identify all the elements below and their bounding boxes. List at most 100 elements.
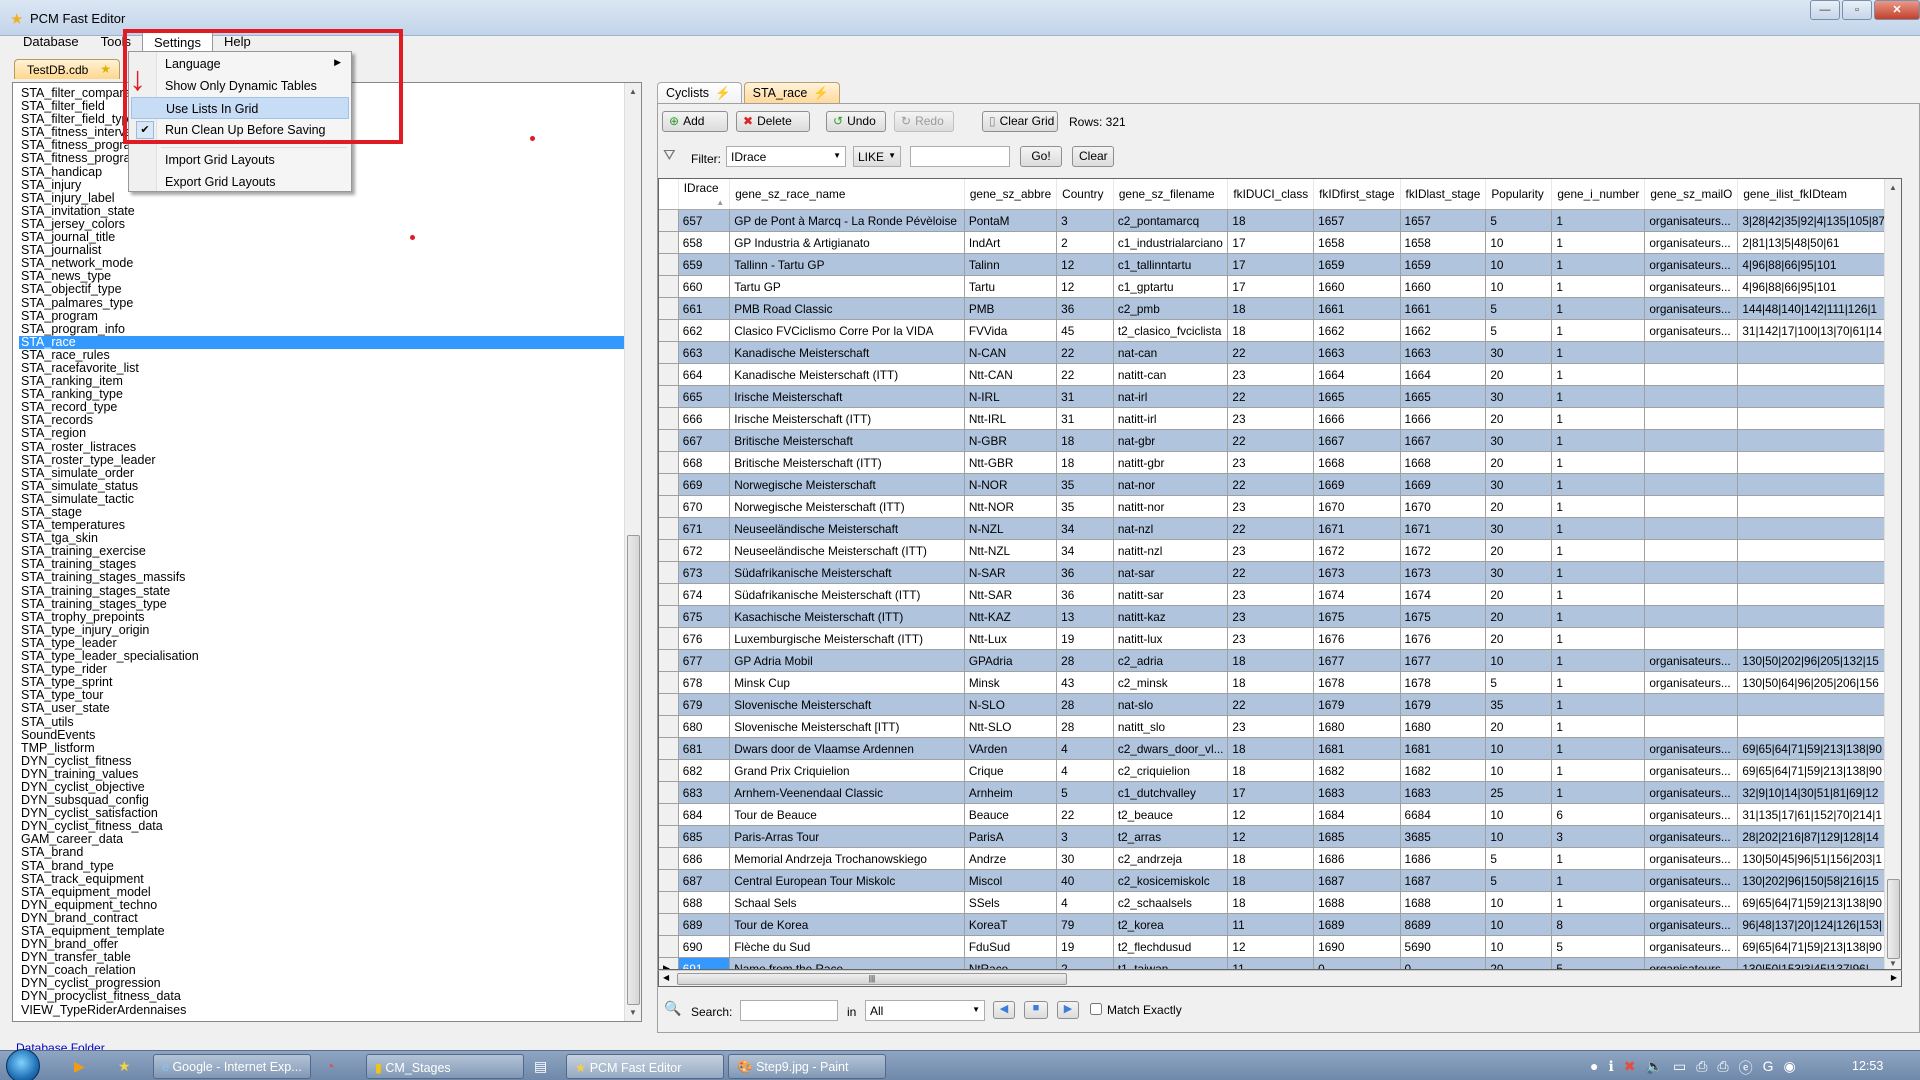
table-cell[interactable]: 4 <box>1056 737 1114 760</box>
column-header[interactable]: gene_sz_filename <box>1113 179 1229 210</box>
steam-icon[interactable]: ◉ <box>1784 1058 1796 1078</box>
table-cell[interactable]: FVVida <box>964 319 1058 342</box>
table-cell[interactable]: 1657 <box>1313 209 1401 232</box>
search-stop-button[interactable]: ■ <box>1024 1001 1048 1019</box>
row-header[interactable] <box>659 363 679 386</box>
table-cell[interactable]: 664 <box>678 363 731 386</box>
table-cell[interactable] <box>1737 451 1890 474</box>
table-cell[interactable]: 20 <box>1485 715 1553 738</box>
table-cell[interactable]: Kasachische Meisterschaft (ITT) <box>729 605 965 628</box>
table-cell[interactable] <box>1644 715 1739 738</box>
table-cell[interactable]: 1673 <box>1313 561 1401 584</box>
table-row[interactable]: 680 Slovenische Meisterschaft [ITT) Ntt-SL… <box>659 715 1901 738</box>
table-cell[interactable]: 18 <box>1227 649 1315 672</box>
table-cell[interactable]: 691 <box>678 957 731 969</box>
table-list-item[interactable]: STA_type_sprint <box>19 676 624 689</box>
table-cell[interactable]: 1 <box>1551 385 1646 408</box>
table-cell[interactable]: 20 <box>1485 605 1553 628</box>
table-cell[interactable]: 22 <box>1056 363 1114 386</box>
table-cell[interactable]: 5690 <box>1400 935 1487 958</box>
table-cell[interactable]: 1 <box>1551 759 1646 782</box>
table-cell[interactable]: 1665 <box>1400 385 1487 408</box>
table-list-item[interactable]: STA_training_stages_massifs <box>19 571 624 584</box>
table-row[interactable]: 686 Memorial Andrzeja Trochanowskiego Andr… <box>659 847 1901 870</box>
table-cell[interactable]: 12 <box>1056 253 1114 276</box>
table-cell[interactable]: Flèche du Sud <box>729 935 965 958</box>
table-cell[interactable] <box>1644 495 1739 518</box>
device-tray-icon[interactable]: ⎙ <box>1696 1058 1707 1078</box>
table-list-item[interactable]: STA_invitation_state <box>19 204 624 218</box>
table-row[interactable]: 660 Tartu GP Tartu 12 c1_gptartu 17 1660 1660 10… <box>659 275 1901 298</box>
table-cell[interactable]: 12 <box>1227 935 1315 958</box>
table-cell[interactable] <box>1644 627 1739 650</box>
table-cell[interactable]: Clasico FVCiclismo Corre Por la VIDA <box>729 319 965 342</box>
table-cell[interactable]: organisateurs... <box>1644 649 1739 672</box>
table-cell[interactable]: organisateurs... <box>1644 935 1739 958</box>
table-list-item[interactable]: STA_utils <box>19 715 624 729</box>
table-cell[interactable]: organisateurs... <box>1644 253 1739 276</box>
table-list-item[interactable]: STA_region <box>19 427 624 440</box>
scroll-left-icon[interactable]: ◀ <box>663 973 669 982</box>
table-row[interactable]: 675 Kasachische Meisterschaft (ITT) Ntt-KA… <box>659 605 1901 628</box>
table-cell[interactable]: 1681 <box>1313 737 1401 760</box>
table-cell[interactable]: c1_industrialarciano <box>1113 231 1229 254</box>
table-cell[interactable]: c1_dutchvalley <box>1113 781 1229 804</box>
table-cell[interactable]: 12 <box>1227 803 1315 826</box>
table-cell[interactable]: 12 <box>1227 825 1315 848</box>
table-cell[interactable]: 19 <box>1056 627 1114 650</box>
table-cell[interactable]: N-IRL <box>964 385 1058 408</box>
table-row[interactable]: 687 Central European Tour Miskolc Miscol 40… <box>659 869 1901 892</box>
table-row[interactable]: 678 Minsk Cup Minsk 43 c2_minsk 18 1678 1678 5 1 o… <box>659 671 1901 694</box>
tab-cyclists[interactable]: Cyclists ⚡ <box>657 82 742 103</box>
table-cell[interactable]: GPAdria <box>964 649 1058 672</box>
table-cell[interactable]: 35 <box>1056 495 1114 518</box>
table-cell[interactable]: N-GBR <box>964 429 1058 452</box>
table-cell[interactable] <box>1644 561 1739 584</box>
table-cell[interactable] <box>1737 605 1890 628</box>
table-cell[interactable]: 18 <box>1227 209 1315 232</box>
table-cell[interactable]: organisateurs... <box>1644 891 1739 914</box>
table-cell[interactable]: 69|65|64|71|59|213|138|90 <box>1737 737 1890 760</box>
table-row[interactable]: 661 PMB Road Classic PMB 36 c2_pmb 18 1661 1661… <box>659 297 1901 320</box>
table-cell[interactable]: 5 <box>1485 847 1553 870</box>
table-cell[interactable]: 1672 <box>1400 539 1487 562</box>
table-list-item[interactable]: STA_simulate_order <box>19 466 624 480</box>
table-cell[interactable]: 673 <box>678 561 731 584</box>
table-cell[interactable]: 1667 <box>1400 429 1487 452</box>
table-cell[interactable]: c2_kosicemiskolc <box>1113 869 1229 892</box>
table-cell[interactable]: 1688 <box>1313 891 1401 914</box>
table-cell[interactable]: 5 <box>1485 209 1553 232</box>
table-cell[interactable]: Ntt-CAN <box>964 363 1058 386</box>
table-cell[interactable]: 23 <box>1227 363 1315 386</box>
table-cell[interactable]: 670 <box>678 495 731 518</box>
table-row[interactable]: 671 Neuseeländische Meisterschaft N-NZL 34 n… <box>659 517 1901 540</box>
search-previous-button[interactable]: ◀ <box>993 1001 1015 1019</box>
table-cell[interactable]: 10 <box>1485 649 1553 672</box>
table-cell[interactable]: N-SAR <box>964 561 1058 584</box>
table-cell[interactable]: Ntt-SAR <box>964 583 1058 606</box>
table-cell[interactable]: 2|81|13|5|48|50|61 <box>1737 231 1890 254</box>
table-cell[interactable] <box>1737 693 1890 716</box>
row-header[interactable] <box>659 583 679 606</box>
table-cell[interactable]: 36 <box>1056 583 1114 606</box>
table-cell[interactable]: natitt-sar <box>1113 583 1229 606</box>
table-cell[interactable]: t2_flechdusud <box>1113 935 1229 958</box>
table-cell[interactable]: c2_pmb <box>1113 297 1229 320</box>
table-cell[interactable]: 96|48|137|20|124|126|153| <box>1737 913 1890 936</box>
table-cell[interactable]: 1 <box>1551 407 1646 430</box>
table-cell[interactable]: 30 <box>1485 429 1553 452</box>
table-cell[interactable]: 31|135|17|61|152|70|214|1 <box>1737 803 1890 826</box>
table-cell[interactable]: organisateurs... <box>1644 913 1739 936</box>
table-cell[interactable]: 18 <box>1227 737 1315 760</box>
row-header[interactable] <box>659 539 679 562</box>
table-cell[interactable]: Minsk <box>964 671 1058 694</box>
table-cell[interactable]: IndArt <box>964 231 1058 254</box>
table-cell[interactable]: 18 <box>1227 891 1315 914</box>
table-cell[interactable]: 4|96|88|66|95|101 <box>1737 253 1890 276</box>
table-cell[interactable]: 1660 <box>1400 275 1487 298</box>
table-cell[interactable]: 1678 <box>1400 671 1487 694</box>
table-cell[interactable]: 1664 <box>1400 363 1487 386</box>
table-cell[interactable]: 1689 <box>1313 913 1401 936</box>
table-cell[interactable]: Kanadische Meisterschaft (ITT) <box>729 363 965 386</box>
table-cell[interactable]: Arnhem-Veenendaal Classic <box>729 781 965 804</box>
